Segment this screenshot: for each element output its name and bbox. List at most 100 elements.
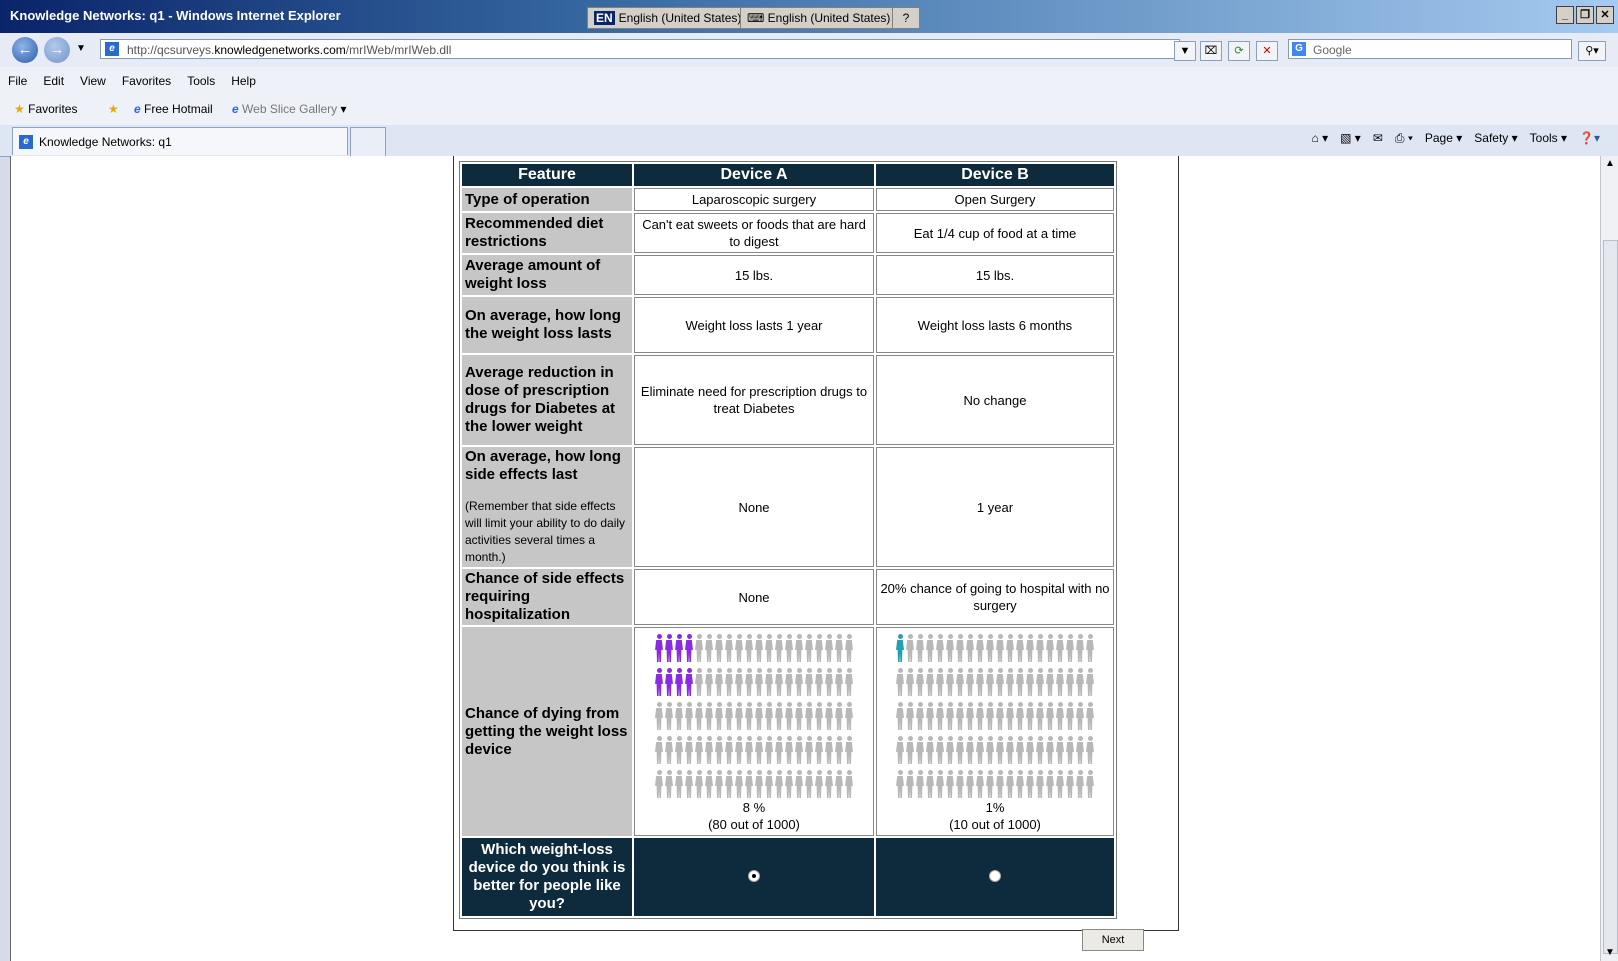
menu-tools[interactable]: Tools	[179, 67, 223, 95]
person-icon	[1075, 634, 1085, 663]
minimize-button[interactable]: _	[1556, 6, 1574, 24]
person-icon	[754, 702, 764, 731]
person-icon	[694, 668, 704, 697]
person-icon	[975, 770, 985, 799]
person-icon	[814, 770, 824, 799]
menu-file[interactable]: File	[0, 67, 35, 95]
person-icon	[985, 770, 995, 799]
scroll-up-icon[interactable]: ▲	[1604, 158, 1616, 170]
search-icon[interactable]: ⚲▾	[1578, 41, 1606, 61]
page-menu[interactable]: Page ▾	[1425, 131, 1462, 146]
person-icon	[1075, 668, 1085, 697]
vertical-scrollbar[interactable]: ▲ ▼	[1600, 156, 1618, 961]
person-icon	[925, 634, 935, 663]
header-feature: Feature	[462, 164, 632, 186]
keyboard-layout-indicator[interactable]: ⌨ English (United States)	[740, 7, 898, 29]
comparison-table: Feature Device A Device B Type of operat…	[459, 161, 1117, 919]
person-icon	[895, 634, 905, 663]
person-icon	[1045, 702, 1055, 731]
mail-icon[interactable]: ✉	[1373, 131, 1383, 146]
command-bar: ⌂ ▾ ▧ ▾ ✉ ⎙ ▾ Page ▾ Safety ▾ Tools ▾ ❓▾	[1312, 131, 1600, 146]
scrollbar-thumb[interactable]	[1603, 240, 1618, 954]
help-icon[interactable]: ❓▾	[1579, 131, 1600, 146]
header-device-b: Device B	[876, 164, 1114, 186]
feeds-icon[interactable]: ▧ ▾	[1340, 131, 1361, 146]
chevron-down-icon: ▾	[340, 102, 347, 116]
favorite-hotmail[interactable]: e Free Hotmail	[134, 102, 213, 116]
history-dropdown-icon[interactable]: ▼	[76, 43, 86, 54]
forward-button[interactable]: →	[44, 37, 70, 63]
scroll-down-icon[interactable]: ▼	[1604, 947, 1616, 959]
person-icon	[804, 668, 814, 697]
person-icon	[784, 668, 794, 697]
row-label: Type of operation	[462, 188, 632, 211]
person-icon	[684, 770, 694, 799]
favorite-web-slice-gallery[interactable]: e Web Slice Gallery ▾	[232, 102, 347, 116]
row-label: On average, how long side effects last (…	[462, 447, 632, 567]
menu-bar: File Edit View Favorites Tools Help	[0, 67, 1618, 96]
window-title: Knowledge Networks: q1 - Windows Interne…	[10, 8, 341, 23]
restore-button[interactable]: ❐	[1576, 6, 1594, 24]
person-icon	[1085, 668, 1095, 697]
person-icon	[764, 736, 774, 765]
refresh-icon[interactable]: ⟳	[1228, 41, 1250, 61]
person-icon	[664, 770, 674, 799]
person-icon	[694, 736, 704, 765]
person-icon	[1065, 736, 1075, 765]
device-a-value: Can't eat sweets or foods that are hard …	[634, 213, 874, 253]
person-icon	[1075, 702, 1085, 731]
person-icon	[905, 634, 915, 663]
language-help-button[interactable]: ?	[892, 7, 920, 29]
new-tab-button[interactable]	[350, 127, 386, 156]
address-dropdown-icon[interactable]: ▼	[1174, 41, 1196, 61]
person-icon	[704, 668, 714, 697]
tab-bar: e Knowledge Networks: q1 ⌂ ▾ ▧ ▾ ✉ ⎙ ▾ P…	[0, 125, 1618, 157]
person-icon	[844, 702, 854, 731]
radio-device-a[interactable]	[748, 869, 760, 882]
device-b-value: 20% chance of going to hospital with no …	[876, 569, 1114, 625]
person-icon	[915, 668, 925, 697]
next-button[interactable]: Next	[1082, 929, 1144, 951]
person-icon	[1015, 770, 1025, 799]
search-input[interactable]: G Google	[1288, 39, 1572, 59]
tab-title: Knowledge Networks: q1	[39, 135, 172, 149]
safety-menu[interactable]: Safety ▾	[1474, 131, 1517, 146]
person-icon	[1025, 770, 1035, 799]
menu-help[interactable]: Help	[223, 67, 264, 95]
compatibility-view-icon[interactable]: ⌧	[1200, 41, 1222, 61]
window-titlebar: Knowledge Networks: q1 - Windows Interne…	[0, 0, 1618, 33]
stop-icon[interactable]: ✕	[1256, 41, 1278, 61]
device-b-risk-detail: (10 out of 1000)	[949, 817, 1041, 832]
home-icon[interactable]: ⌂ ▾	[1312, 131, 1329, 146]
radio-device-b[interactable]	[989, 869, 1001, 882]
favorites-button[interactable]: ★ Favorites	[14, 102, 77, 116]
url-field[interactable]: e http://qcsurveys.knowledgenetworks.com…	[100, 39, 1180, 59]
menu-edit[interactable]: Edit	[35, 67, 72, 95]
row-note: (Remember that side effects will limit y…	[465, 499, 626, 564]
menu-view[interactable]: View	[72, 67, 114, 95]
tools-menu[interactable]: Tools ▾	[1530, 131, 1567, 146]
person-icon	[965, 702, 975, 731]
device-b-value: 1 year	[876, 447, 1114, 567]
person-icon	[1085, 736, 1095, 765]
person-icon	[1045, 736, 1055, 765]
tab-knowledge-networks[interactable]: e Knowledge Networks: q1	[12, 127, 348, 155]
back-button[interactable]: ←	[12, 37, 38, 63]
person-icon	[844, 668, 854, 697]
person-icon	[824, 634, 834, 663]
favorites-bar: ★ Favorites ★ e Free Hotmail e Web Slice…	[0, 95, 1618, 125]
menu-favorites[interactable]: Favorites	[114, 67, 179, 95]
add-favorite-icon[interactable]: ★	[108, 102, 119, 116]
person-icon	[1035, 702, 1045, 731]
language-indicator[interactable]: EN English (United States)	[587, 7, 749, 29]
person-icon	[915, 702, 925, 731]
person-icon	[744, 702, 754, 731]
person-icon	[1005, 668, 1015, 697]
person-icon	[774, 668, 784, 697]
print-icon[interactable]: ⎙ ▾	[1395, 131, 1413, 146]
person-icon	[1025, 668, 1035, 697]
person-icon	[975, 668, 985, 697]
person-icon	[844, 634, 854, 663]
person-icon	[895, 668, 905, 697]
close-window-button[interactable]: ✕	[1596, 6, 1614, 24]
